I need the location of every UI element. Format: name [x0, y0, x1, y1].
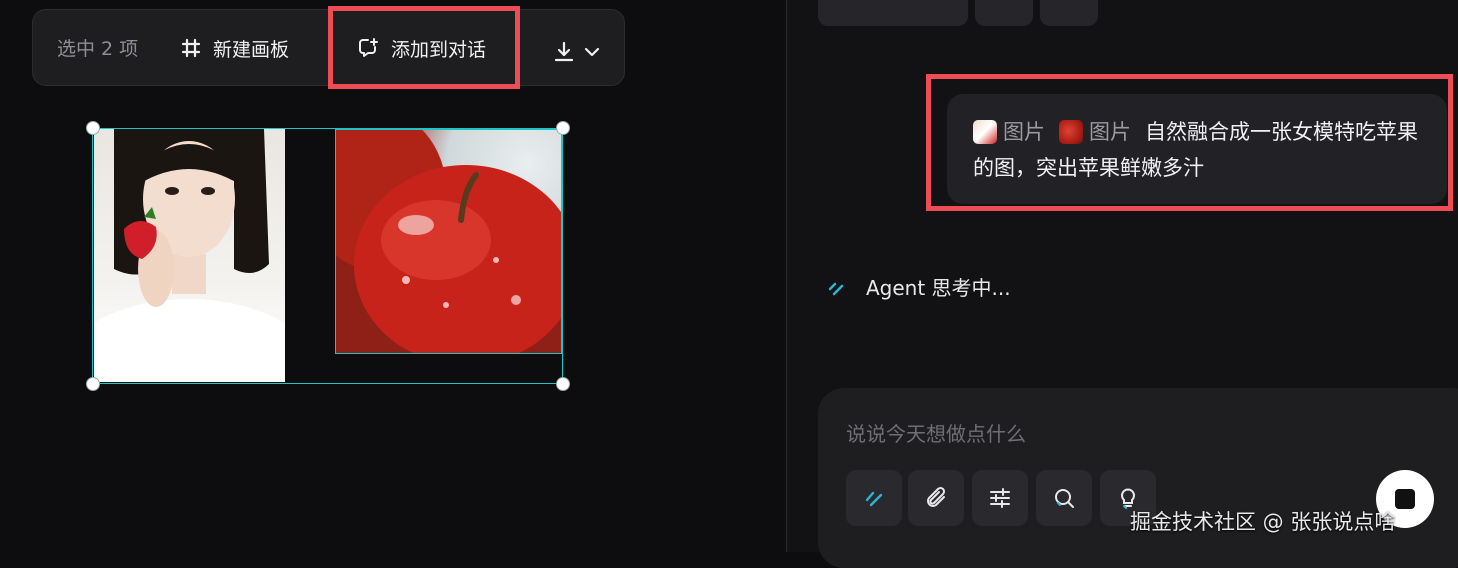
settings-button[interactable]: [972, 470, 1028, 526]
search-button[interactable]: [1036, 470, 1092, 526]
search-icon: [1055, 489, 1074, 508]
new-board-button[interactable]: 新建画板: [181, 30, 289, 66]
selection-count: 选中 2 项: [57, 38, 139, 60]
attach-button[interactable]: [908, 470, 964, 526]
download-icon: [554, 41, 574, 62]
composer-input[interactable]: 说说今天想做点什么: [846, 418, 1026, 447]
selection-frame: [92, 128, 563, 384]
agent-mode-icon: [865, 491, 883, 507]
regenerate-button[interactable]: [818, 0, 968, 26]
stop-icon: [1395, 489, 1415, 509]
frame-icon: [181, 38, 201, 58]
resize-handle-top-left[interactable]: [86, 121, 100, 135]
download-button[interactable]: [554, 34, 610, 70]
agent-status: Agent 思考中...: [826, 272, 1011, 301]
agent-mode-button[interactable]: [846, 470, 902, 526]
resize-handle-top-right[interactable]: [556, 121, 570, 135]
loading-icon: [828, 282, 844, 295]
canvas-pane[interactable]: 选中 2 项 新建画板 添加到对话: [0, 0, 786, 552]
sliders-icon: [990, 488, 1010, 508]
new-board-label: 新建画板: [213, 38, 290, 61]
chat-action-button[interactable]: [975, 0, 1033, 26]
agent-status-text: Agent 思考中...: [866, 276, 1011, 300]
resize-handle-bottom-left[interactable]: [86, 377, 100, 391]
chat-action-button[interactable]: [1040, 0, 1098, 26]
chevron-down-icon: [584, 47, 600, 57]
paperclip-icon: [927, 486, 946, 507]
resize-handle-bottom-right[interactable]: [556, 377, 570, 391]
highlight-box-add-to-chat: [328, 6, 520, 89]
watermark: 掘金技术社区 @ 张张说点啥: [1130, 510, 1396, 534]
highlight-box-message: [926, 74, 1453, 211]
composer: 说说今天想做点什么: [818, 388, 1458, 568]
